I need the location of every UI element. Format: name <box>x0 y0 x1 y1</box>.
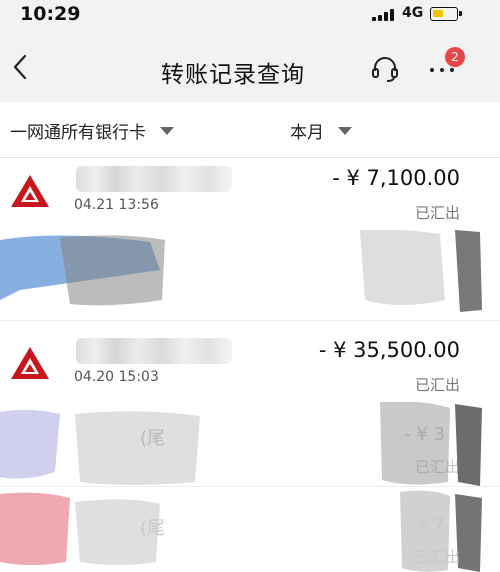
record-amount-fragment: - ¥ 7 <box>404 514 445 535</box>
record-status: 已汇出 <box>414 204 460 222</box>
status-time: 10:29 <box>20 3 81 25</box>
nav-bar: 转账记录查询 2 <box>0 30 500 102</box>
redaction-scribble <box>0 230 482 312</box>
record-divider <box>0 320 500 321</box>
record-name-fragment: (尾 <box>140 518 166 539</box>
status-bar: 10:29 4G <box>0 0 500 30</box>
recipient-name-blurred <box>76 338 232 364</box>
network-type: 4G <box>402 5 424 21</box>
record-divider <box>0 486 500 487</box>
bank-logo-icon <box>11 347 49 379</box>
transfer-record[interactable]: (尾 - ¥ 3 已汇出 (尾 - ¥ 7 已汇出 <box>0 402 500 572</box>
record-status: 已汇出 <box>414 376 460 394</box>
battery-icon <box>430 7 462 21</box>
bank-filter-label: 一网通所有银行卡 <box>10 123 146 143</box>
recipient-name-blurred <box>76 166 232 192</box>
signal-icon <box>372 9 398 21</box>
record-status: 已汇出 <box>414 548 460 566</box>
filter-bar: 一网通所有银行卡 本月 <box>0 102 500 158</box>
transfer-record[interactable]: 04.21 13:56 - ¥ 7,100.00 已汇出 <box>0 158 500 321</box>
chevron-down-icon <box>160 126 174 135</box>
headset-icon[interactable] <box>370 54 400 84</box>
record-time: 04.21 13:56 <box>74 197 159 213</box>
notification-badge: 2 <box>445 47 465 67</box>
record-time: 04.20 15:03 <box>74 369 159 385</box>
record-amount: - ¥ 7,100.00 <box>332 166 460 190</box>
period-filter-label: 本月 <box>290 123 324 143</box>
chevron-down-icon <box>338 126 352 135</box>
bank-filter-dropdown[interactable]: 一网通所有银行卡 <box>10 118 174 143</box>
bank-logo-icon <box>11 175 49 207</box>
period-filter-dropdown[interactable]: 本月 <box>290 118 352 143</box>
record-amount: - ¥ 35,500.00 <box>318 338 460 362</box>
